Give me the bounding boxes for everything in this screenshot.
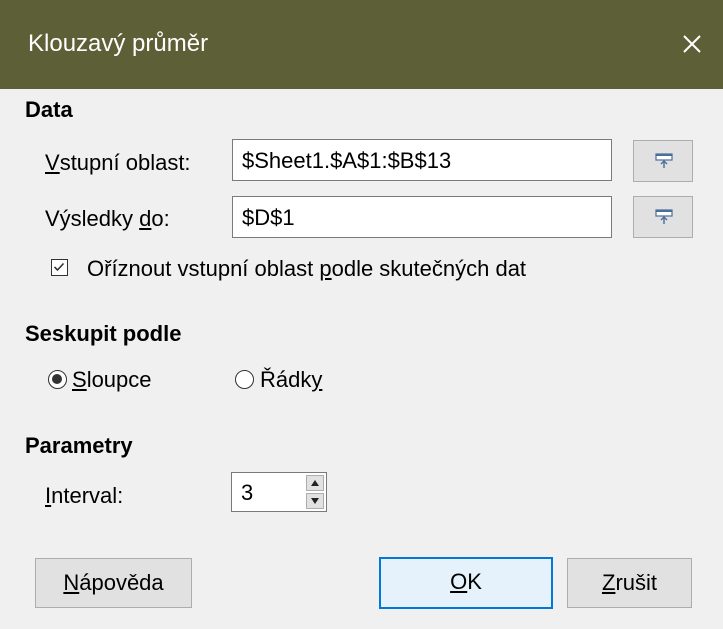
trim-range-label: Oříznout vstupní oblast podle skutečných… [87, 256, 527, 281]
results-to-shrink-button[interactable] [633, 196, 693, 238]
trim-range-checkbox[interactable] [51, 259, 68, 276]
rows-radio[interactable] [235, 370, 254, 389]
interval-label: Interval: [45, 483, 124, 508]
input-range-shrink-button[interactable] [633, 140, 693, 182]
interval-spinbox[interactable]: 3 [231, 472, 327, 512]
shrink-icon [655, 209, 673, 224]
input-range-field[interactable]: $Sheet1.$A$1:$B$13 [232, 139, 612, 181]
dialog-title: Klouzavý průměr [28, 30, 209, 57]
checkmark-icon [53, 262, 65, 272]
ok-button[interactable]: OK [379, 557, 553, 609]
results-to-label: Výsledky do: [45, 206, 170, 231]
columns-label: Sloupce [72, 367, 152, 392]
columns-radio[interactable] [48, 370, 67, 389]
results-to-field[interactable]: $D$1 [232, 196, 612, 238]
shrink-icon [655, 153, 673, 168]
data-section-heading: Data [25, 97, 73, 122]
group-by-heading: Seskupit podle [25, 321, 182, 346]
input-range-label: Vstupní oblast: [45, 150, 191, 175]
interval-increment-button[interactable] [306, 475, 324, 491]
cancel-button[interactable]: Zrušit [567, 558, 692, 608]
title-bar: Klouzavý průměr [0, 0, 723, 89]
arrow-down-icon [311, 498, 319, 504]
moving-average-dialog: Klouzavý průměr Data Vstupní oblast: $Sh… [0, 0, 723, 629]
close-button[interactable] [677, 29, 707, 59]
parameters-heading: Parametry [25, 433, 133, 458]
interval-value[interactable]: 3 [241, 479, 253, 507]
close-icon [683, 35, 701, 53]
interval-decrement-button[interactable] [306, 493, 324, 509]
help-button[interactable]: Nápověda [35, 558, 192, 608]
rows-label: Řádky [260, 367, 323, 392]
arrow-up-icon [311, 480, 319, 486]
